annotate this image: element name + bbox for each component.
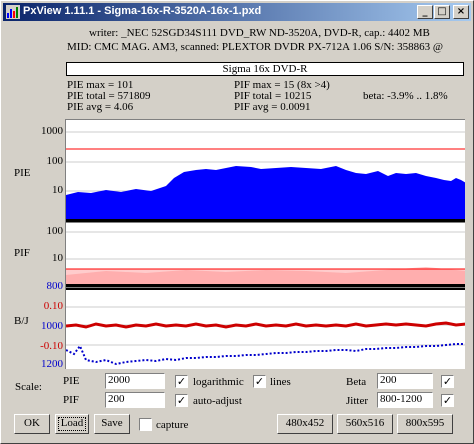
pif-label: PIF (14, 247, 30, 259)
lines-label: lines (270, 376, 291, 388)
pie-tick-100: 100 (46, 155, 64, 167)
pif-scale-input[interactable]: 200 (105, 392, 165, 408)
beta-range: beta: -3.9% .. 1.8% (363, 90, 448, 102)
load-button[interactable]: Load (55, 414, 89, 434)
auto-adjust-checkbox[interactable]: ✓ (175, 394, 188, 407)
disc-name-field: Sigma 16x DVD-R (66, 62, 464, 76)
bj-tick-1200: 1200 (41, 358, 63, 370)
bj-tick-800: 800 (46, 280, 64, 292)
bj-chart-svg (66, 288, 465, 366)
save-button[interactable]: Save (94, 414, 130, 434)
pie-series (66, 166, 465, 220)
maximize-button[interactable]: □ (434, 5, 450, 19)
pxview-window: PxView 1.11.1 - Sigma-16x-R-3520A-16x-1.… (0, 0, 474, 444)
logarithmic-label: logarithmic (193, 376, 244, 388)
bj-label: B/J (14, 315, 29, 327)
title-bar[interactable]: PxView 1.11.1 - Sigma-16x-R-3520A-16x-1.… (3, 3, 471, 21)
beta-scale-input[interactable]: 200 (377, 373, 433, 389)
pie-chart (65, 119, 465, 222)
size-800x595-button[interactable]: 800x595 (397, 414, 453, 434)
ok-button[interactable]: OK (14, 414, 50, 434)
size-480x452-button[interactable]: 480x452 (277, 414, 333, 434)
beta-jitter-chart (65, 287, 465, 369)
window-title: PxView 1.11.1 - Sigma-16x-R-3520A-16x-1.… (23, 5, 262, 17)
app-icon (6, 5, 20, 19)
pif-chart (65, 222, 465, 287)
mid-info: MID: CMC MAG. AM3, scanned: PLEXTOR DVDR… (67, 41, 444, 53)
lines-checkbox[interactable]: ✓ (253, 375, 266, 388)
pie-scale-label: PIE (63, 375, 80, 387)
close-button[interactable]: × (453, 5, 469, 19)
pif-chart-svg (66, 231, 465, 287)
auto-adjust-label: auto-adjust (193, 395, 242, 407)
beta-scale-label: Beta (346, 376, 367, 388)
jitter-scale-label: Jitter (346, 395, 368, 407)
jitter-checkbox[interactable]: ✓ (441, 394, 454, 407)
bj-tick-0.10: 0.10 (43, 300, 63, 312)
jitter-series (66, 343, 465, 366)
beta-checkbox[interactable]: ✓ (441, 375, 454, 388)
pie-label: PIE (14, 167, 31, 179)
pie-chart-svg (66, 131, 465, 222)
capture-checkbox[interactable] (139, 418, 152, 431)
pif-tick-100: 100 (46, 225, 64, 237)
pie-tick-1000: 1000 (41, 125, 63, 137)
bj-tick-neg0.10: -0.10 (40, 340, 63, 352)
capture-label: capture (156, 419, 189, 431)
pif-scale-label: PIF (63, 394, 79, 406)
pif-avg: PIF avg = 0.0091 (234, 101, 311, 113)
size-560x516-button[interactable]: 560x516 (337, 414, 393, 434)
logarithmic-checkbox[interactable]: ✓ (175, 375, 188, 388)
pie-scale-input[interactable]: 2000 (105, 373, 165, 389)
writer-info: writer: _NEC 52SGD34S111 DVD_RW ND-3520A… (89, 27, 430, 39)
minimize-button[interactable]: _ (417, 5, 433, 19)
scale-label: Scale: (15, 381, 42, 393)
pie-avg: PIE avg = 4.06 (67, 101, 134, 113)
jitter-scale-input[interactable]: 800-1200 (377, 392, 433, 408)
pie-tick-10: 10 (52, 184, 63, 196)
